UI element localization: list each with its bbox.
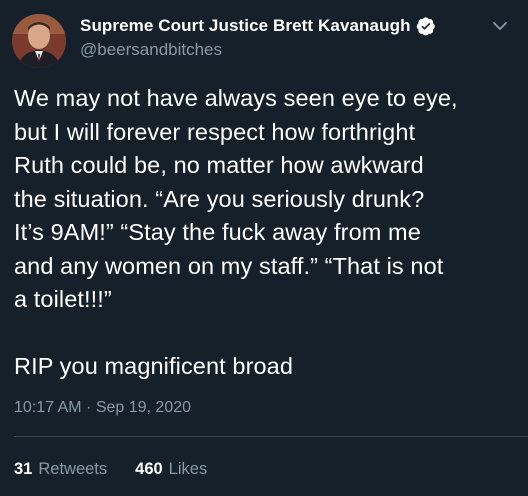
tweet-stats: 31 Retweets 460 Likes [14,460,207,479]
profile-photo-icon [12,14,66,68]
divider [14,436,528,437]
display-name[interactable]: Supreme Court Justice Brett Kavanaugh [80,16,411,36]
user-name-row: Supreme Court Justice Brett Kavanaugh [80,14,436,38]
user-handle[interactable]: @beersandbitches [80,40,222,60]
likes-stat[interactable]: 460 Likes [135,460,207,479]
verified-badge-icon [416,16,436,36]
tweet-timestamp[interactable]: 10:17 AM · Sep 19, 2020 [14,399,191,417]
retweets-count: 31 [14,460,33,478]
tweet-card: Supreme Court Justice Brett Kavanaugh @b… [0,0,528,496]
likes-count: 460 [135,460,163,478]
retweets-stat[interactable]: 31 Retweets [14,460,107,479]
likes-label: Likes [168,460,208,478]
avatar[interactable] [12,14,66,68]
chevron-down-icon[interactable] [488,14,512,38]
retweets-label: Retweets [38,460,108,478]
tweet-text: We may not have always seen eye to eye, … [14,85,458,379]
